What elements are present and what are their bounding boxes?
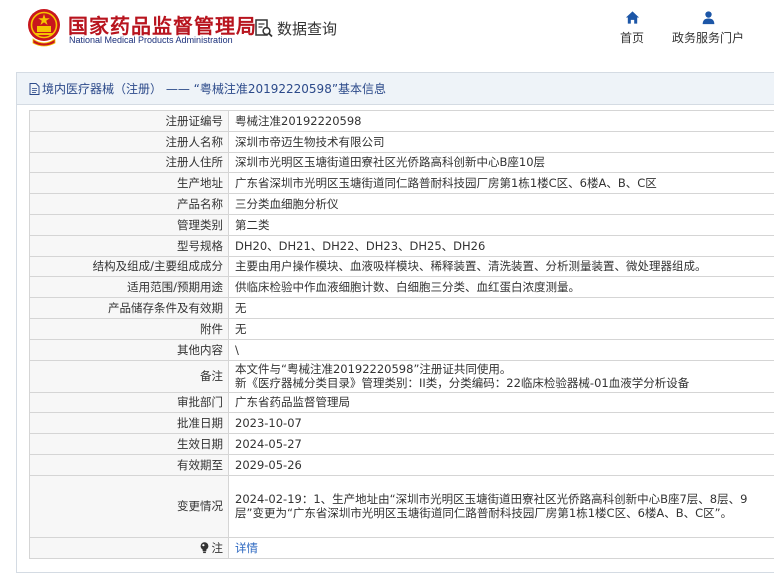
row-label: 注册人名称 <box>29 130 229 153</box>
row-label: 产品储存条件及有效期 <box>29 297 229 319</box>
document-icon <box>29 82 40 95</box>
home-icon <box>625 11 639 24</box>
row-label: 其他内容 <box>29 338 229 361</box>
row-value: 广东省深圳市光明区玉塘街道同仁路普耐科技园厂房第1栋1楼C区、6楼A、B、C区 <box>228 172 774 195</box>
table-row: 型号规格 DH20、DH21、DH22、DH23、DH25、DH26 <box>29 234 774 257</box>
row-label-note: 注 <box>29 536 229 559</box>
site-subtitle: National Medical Products Administration <box>69 35 233 45</box>
row-value: 深圳市光明区玉塘街道田寮社区光侨路高科创新中心B座10层 <box>228 151 774 174</box>
row-label: 备注 <box>29 359 229 393</box>
document-search-icon <box>255 19 273 38</box>
note-label: 注 <box>211 540 224 555</box>
row-label: 产品名称 <box>29 193 229 215</box>
table-row: 产品储存条件及有效期 无 <box>29 297 774 319</box>
detail-panel: 境内医疗器械（注册） —— “粤械注准20192220598”基本信息 注册证编… <box>16 72 774 573</box>
row-value: 无 <box>228 297 774 319</box>
row-label: 审批部门 <box>29 391 229 414</box>
nav-portal-label: 政务服务门户 <box>671 31 744 45</box>
row-value: 供临床检验中作血液细胞计数、白细胞三分类、血红蛋白浓度测量。 <box>228 276 774 299</box>
row-value: 第二类 <box>228 213 774 236</box>
row-value: 2024-02-19：1、生产地址由“深圳市光明区玉塘街道田寮社区光侨路高科创新… <box>228 474 774 538</box>
site-header: 国家药品监督管理局 National Medical Products Admi… <box>0 0 774 64</box>
row-label: 附件 <box>29 317 229 340</box>
data-query-label: 数据查询 <box>277 19 338 38</box>
row-label: 有效期至 <box>29 453 229 476</box>
nav-home[interactable]: 首页 <box>617 10 647 46</box>
table-row: 生效日期 2024-05-27 <box>29 433 774 455</box>
row-label: 管理类别 <box>29 213 229 236</box>
row-value: 主要由用户操作模块、血液吸样模块、稀释装置、清洗装置、分析测量装置、微处理器组成… <box>228 255 774 278</box>
row-label: 批准日期 <box>29 412 229 435</box>
row-label: 生产地址 <box>29 172 229 195</box>
nav-gov-service-portal[interactable]: 政务服务门户 <box>668 10 748 46</box>
table-row: 适用范围/预期用途 供临床检验中作血液细胞计数、白细胞三分类、血红蛋白浓度测量。 <box>29 276 774 299</box>
table-row: 注 详情 <box>29 536 774 559</box>
table-row: 注册人名称 深圳市帝迈生物技术有限公司 <box>29 130 774 153</box>
row-value: DH20、DH21、DH22、DH23、DH25、DH26 <box>228 234 774 257</box>
row-label: 变更情况 <box>29 474 229 538</box>
remark-line-1: 本文件与“粤械注准20192220598”注册证共同使用。 <box>235 362 512 377</box>
row-value: 本文件与“粤械注准20192220598”注册证共同使用。 新《医疗器械分类目录… <box>228 359 774 393</box>
table-row: 批准日期 2023-10-07 <box>29 412 774 435</box>
table-row: 生产地址 广东省深圳市光明区玉塘街道同仁路普耐科技园厂房第1栋1楼C区、6楼A、… <box>29 172 774 195</box>
panel-header: 境内医疗器械（注册） —— “粤械注准20192220598”基本信息 <box>17 73 774 105</box>
lightbulb-icon <box>200 541 208 553</box>
row-label: 型号规格 <box>29 234 229 257</box>
table-row: 注册人住所 深圳市光明区玉塘街道田寮社区光侨路高科创新中心B座10层 <box>29 151 774 174</box>
data-query-link[interactable]: 数据查询 <box>254 17 337 39</box>
national-emblem-icon <box>28 9 60 47</box>
table-row: 产品名称 三分类血细胞分析仪 <box>29 193 774 215</box>
breadcrumb: 境内医疗器械（注册） —— “粤械注准20192220598”基本信息 <box>42 82 387 96</box>
row-value: 2024-05-27 <box>228 433 774 455</box>
user-icon <box>702 11 714 25</box>
row-label: 结构及组成/主要组成成分 <box>29 255 229 278</box>
row-value: 广东省药品监督管理局 <box>228 391 774 414</box>
row-label: 适用范围/预期用途 <box>29 276 229 299</box>
table-row: 审批部门 广东省药品监督管理局 <box>29 391 774 414</box>
row-label: 生效日期 <box>29 433 229 455</box>
row-value: 2029-05-26 <box>228 453 774 476</box>
row-label: 注册证编号 <box>29 110 229 132</box>
row-value: 详情 <box>228 536 774 559</box>
row-value: \ <box>228 338 774 361</box>
table-row: 有效期至 2029-05-26 <box>29 453 774 476</box>
row-value: 三分类血细胞分析仪 <box>228 193 774 215</box>
row-label: 注册人住所 <box>29 151 229 174</box>
remark-line-2: 新《医疗器械分类目录》管理类别：II类，分类编码：22临床检验器械-01血液学分… <box>235 376 690 391</box>
table-row: 管理类别 第二类 <box>29 213 774 236</box>
table-row: 其他内容 \ <box>29 338 774 361</box>
row-value: 2023-10-07 <box>228 412 774 435</box>
table-row: 附件 无 <box>29 317 774 340</box>
row-value: 深圳市帝迈生物技术有限公司 <box>228 130 774 153</box>
nav-home-label: 首页 <box>619 31 644 45</box>
table-row: 注册证编号 粤械注准20192220598 <box>29 110 774 132</box>
row-value: 粤械注准20192220598 <box>228 110 774 132</box>
detail-table: 注册证编号 粤械注准20192220598 注册人名称 深圳市帝迈生物技术有限公… <box>29 110 774 559</box>
table-row: 变更情况 2024-02-19：1、生产地址由“深圳市光明区玉塘街道田寮社区光侨… <box>29 474 774 538</box>
row-value: 无 <box>228 317 774 340</box>
table-row: 备注 本文件与“粤械注准20192220598”注册证共同使用。 新《医疗器械分… <box>29 359 774 393</box>
table-row: 结构及组成/主要组成成分 主要由用户操作模块、血液吸样模块、稀释装置、清洗装置、… <box>29 255 774 278</box>
details-link[interactable]: 详情 <box>235 541 258 555</box>
